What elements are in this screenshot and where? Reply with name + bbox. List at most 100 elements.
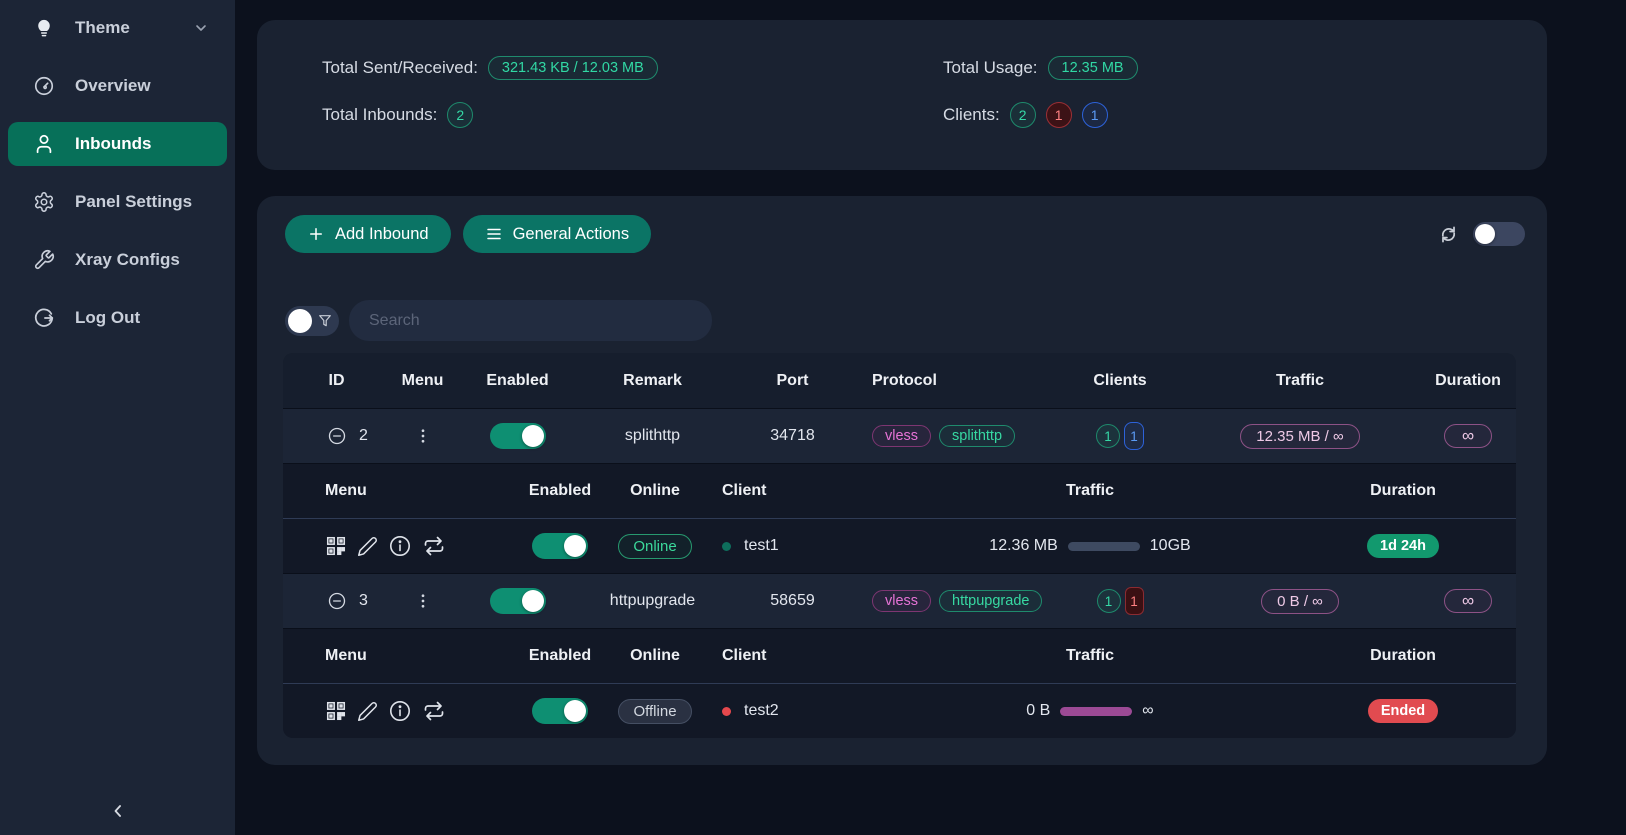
inbounds-table: ID Menu Enabled Remark Port Protocol Cli…: [283, 353, 1516, 738]
header-traffic: Traffic: [1180, 372, 1420, 390]
row-menu-icon[interactable]: [414, 427, 432, 445]
header-duration: Duration: [1420, 372, 1516, 390]
header-port: Port: [725, 372, 860, 390]
header-menu: Menu: [283, 482, 510, 500]
header-duration: Duration: [1290, 647, 1516, 665]
toggle-knob: [288, 309, 312, 333]
client-duration-badge: Ended: [1368, 699, 1438, 723]
inbounds-card: Add Inbound General Actions: [257, 196, 1547, 765]
sidebar-item-theme[interactable]: Theme: [8, 6, 227, 50]
header-duration: Duration: [1290, 482, 1516, 500]
header-enabled: Enabled: [510, 647, 610, 665]
header-menu: Menu: [283, 647, 510, 665]
qrcode-icon[interactable]: [325, 700, 347, 722]
general-actions-button[interactable]: General Actions: [463, 215, 651, 253]
logout-icon: [33, 307, 55, 329]
sidebar-item-xray-configs[interactable]: Xray Configs: [8, 238, 227, 282]
toggle-knob: [564, 700, 586, 722]
header-id: ID: [283, 372, 390, 390]
stat-total-usage: Total Usage: 12.35 MB: [943, 56, 1138, 80]
stat-label: Total Usage:: [943, 58, 1038, 78]
protocol-badge: vless: [872, 590, 931, 612]
gauge-icon: [33, 75, 55, 97]
header-client: Client: [700, 647, 890, 665]
header-traffic: Traffic: [890, 482, 1290, 500]
client-traffic-cap: ∞: [1142, 702, 1153, 720]
online-status-badge: Online: [618, 534, 691, 559]
sidebar-item-panel-settings[interactable]: Panel Settings: [8, 180, 227, 224]
row-menu-icon[interactable]: [414, 592, 432, 610]
transport-badge: httpupgrade: [939, 590, 1042, 612]
collapse-row-button[interactable]: [327, 591, 347, 611]
sidebar-item-label: Inbounds: [75, 134, 151, 154]
sidebar-collapse-icon[interactable]: [108, 801, 128, 821]
client-count-green: 1: [1096, 424, 1120, 448]
toggle-knob: [1475, 224, 1495, 244]
sidebar-item-inbounds[interactable]: Inbounds: [8, 122, 227, 166]
main-content: Total Sent/Received: 321.43 KB / 12.03 M…: [257, 0, 1547, 765]
inbound-remark: httpupgrade: [580, 592, 725, 610]
stats-card: Total Sent/Received: 321.43 KB / 12.03 M…: [257, 20, 1547, 170]
sidebar-item-label: Xray Configs: [75, 250, 180, 270]
inbound-enabled-toggle[interactable]: [490, 588, 546, 614]
clients-red-badge: 1: [1046, 102, 1072, 128]
plus-icon: [307, 225, 325, 243]
inbound-enabled-toggle[interactable]: [490, 423, 546, 449]
stat-value-badge: 2: [447, 102, 473, 128]
menu-lines-icon: [485, 225, 503, 243]
client-header-row: Menu Enabled Online Client Traffic Durat…: [283, 628, 1516, 683]
stat-label: Total Inbounds:: [322, 105, 437, 125]
info-icon[interactable]: [388, 699, 412, 723]
client-header-row: Menu Enabled Online Client Traffic Durat…: [283, 463, 1516, 518]
client-traffic-up: 0 B: [1026, 702, 1050, 720]
client-count-blue: 1: [1124, 422, 1144, 450]
filter-toggle[interactable]: [285, 306, 339, 336]
header-client: Client: [700, 482, 890, 500]
sidebar-item-label: Overview: [75, 76, 151, 96]
protocol-badge: vless: [872, 425, 931, 447]
header-traffic: Traffic: [890, 647, 1290, 665]
reset-traffic-icon[interactable]: [422, 534, 446, 558]
inbound-port: 34718: [725, 427, 860, 445]
general-actions-label: General Actions: [513, 225, 629, 244]
stat-label: Clients:: [943, 105, 1000, 125]
client-count-red: 1: [1125, 587, 1144, 615]
stats-right-column: Total Usage: 12.35 MB Clients: 2 1 1: [943, 56, 1138, 170]
toggle-knob: [522, 425, 544, 447]
toggle-knob: [522, 590, 544, 612]
table-header-row: ID Menu Enabled Remark Port Protocol Cli…: [283, 353, 1516, 408]
search-input[interactable]: [349, 300, 712, 341]
sidebar-item-overview[interactable]: Overview: [8, 64, 227, 108]
edit-icon[interactable]: [357, 701, 378, 722]
info-icon[interactable]: [388, 534, 412, 558]
client-duration-badge: 1d 24h: [1367, 534, 1439, 558]
client-status-dot: [722, 707, 731, 716]
client-enabled-toggle[interactable]: [532, 698, 588, 724]
bulb-icon: [33, 17, 55, 39]
add-inbound-button[interactable]: Add Inbound: [285, 215, 451, 253]
inbound-remark: splithttp: [580, 427, 725, 445]
reset-traffic-icon[interactable]: [422, 699, 446, 723]
edit-icon[interactable]: [357, 536, 378, 557]
client-traffic-cap: 10GB: [1150, 537, 1191, 555]
search-row: [257, 300, 1547, 341]
auto-refresh-toggle[interactable]: [1473, 222, 1525, 246]
client-name: test1: [744, 537, 779, 555]
wrench-icon: [33, 249, 55, 271]
header-enabled: Enabled: [510, 482, 610, 500]
client-row: Offline test2 0 B ∞ Ended: [283, 683, 1516, 738]
toolbar-right: [1438, 222, 1525, 246]
inbound-port: 58659: [725, 592, 860, 610]
refresh-icon[interactable]: [1438, 224, 1459, 245]
duration-badge: ∞: [1444, 589, 1492, 613]
sidebar-item-log-out[interactable]: Log Out: [8, 296, 227, 340]
client-enabled-toggle[interactable]: [532, 533, 588, 559]
duration-badge: ∞: [1444, 424, 1492, 448]
collapse-row-button[interactable]: [327, 426, 347, 446]
inbound-row: 3 httpupgrade 58659 vless httpupgrade 1 …: [283, 573, 1516, 628]
qrcode-icon[interactable]: [325, 535, 347, 557]
header-enabled: Enabled: [455, 372, 580, 390]
stats-left-column: Total Sent/Received: 321.43 KB / 12.03 M…: [322, 56, 943, 170]
chevron-down-icon: [193, 20, 209, 36]
header-protocol: Protocol: [860, 372, 1060, 390]
